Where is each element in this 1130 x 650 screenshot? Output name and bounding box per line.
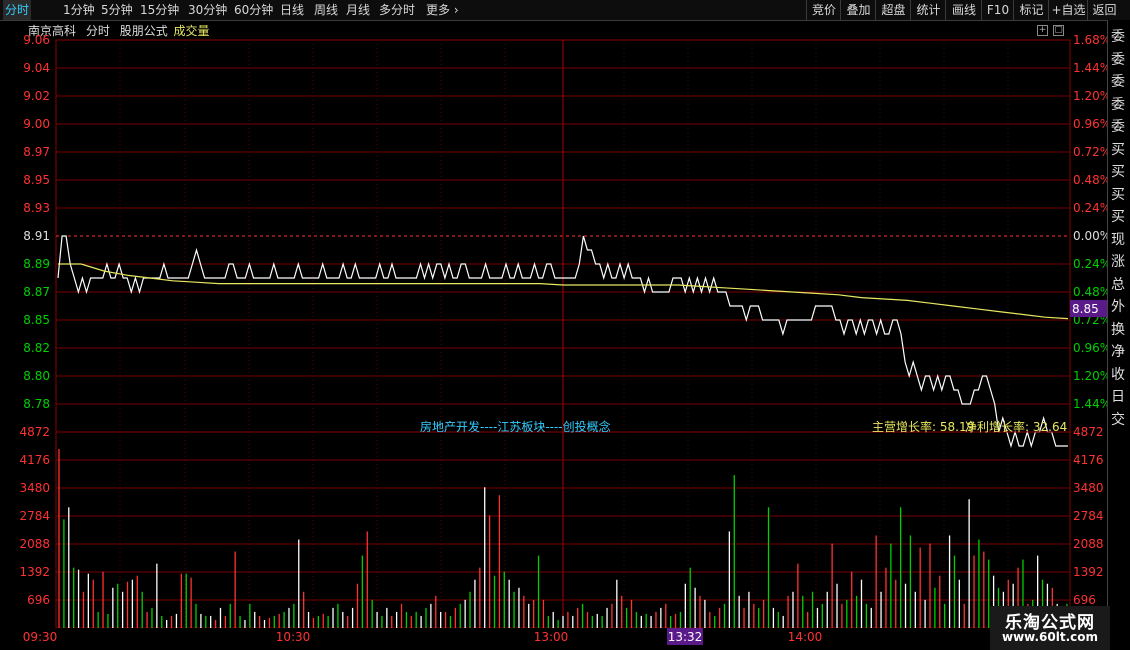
price-tick-label: 8.78 (23, 397, 50, 411)
side-label-8: 买 (1111, 209, 1125, 225)
side-label-12: 外 (1111, 299, 1125, 315)
side-label-13: 换 (1111, 321, 1125, 338)
side-label-10: 涨 (1111, 254, 1125, 270)
pct-tick-label: 0.48% (1073, 285, 1107, 299)
price-tick-label: 9.06 (23, 33, 50, 47)
pct-tick-label: 0.24% (1073, 201, 1107, 215)
pct-tick-label: 1.20% (1073, 369, 1107, 383)
time-tick-label: 13:00 (534, 630, 569, 644)
side-label-0: 委 (1111, 29, 1125, 45)
pct-tick-label: 0.48% (1073, 173, 1107, 187)
pct-tick-label: 0.24% (1073, 257, 1107, 271)
side-label-4: 委 (1111, 119, 1125, 135)
volume-tick-label-right: 2784 (1073, 509, 1104, 523)
price-tick-label: 8.82 (23, 341, 50, 355)
watermark: 乐淘公式网 www.60lt.com (990, 606, 1110, 650)
pct-tick-label: 1.44% (1073, 61, 1107, 75)
volume-tick-label: 696 (27, 593, 50, 607)
time-tick-label: 09:30 (23, 630, 58, 644)
profit-growth-annotation: 净利增长率: 32.64 (965, 420, 1068, 434)
pct-tick-label: 0.96% (1073, 341, 1107, 355)
volume-tick-label-right: 2088 (1073, 537, 1104, 551)
pct-tick-label: 1.44% (1073, 397, 1107, 411)
pct-tick-label: 0.72% (1073, 145, 1107, 159)
cursor-time-label: 13:32 (668, 630, 703, 644)
side-label-3: 委 (1111, 96, 1125, 113)
volume-tick-label: 1392 (19, 565, 50, 579)
volume-tick-label-right: 3480 (1073, 481, 1104, 495)
watermark-url: www.60lt.com (1001, 630, 1099, 644)
pct-tick-label: 0.00% (1073, 229, 1107, 243)
side-label-7: 买 (1111, 186, 1125, 203)
side-label-14: 净 (1111, 344, 1125, 360)
price-tick-label: 8.87 (23, 285, 50, 299)
price-tick-label: 9.00 (23, 117, 50, 131)
side-label-15: 收 (1111, 366, 1125, 383)
cursor-price-label: 8.85 (1072, 302, 1099, 316)
volume-tick-label: 4872 (19, 425, 50, 439)
price-tick-label: 9.04 (23, 61, 50, 75)
price-tick-label: 8.89 (23, 257, 50, 271)
side-label-5: 买 (1111, 141, 1125, 158)
volume-tick-label: 2784 (19, 509, 50, 523)
revenue-growth-annotation: 主营增长率: 58.19 (872, 420, 975, 434)
time-tick-label: 14:00 (788, 630, 823, 644)
pct-tick-label: 1.68% (1073, 33, 1107, 47)
volume-tick-label-right: 696 (1073, 593, 1096, 607)
price-tick-label: 8.97 (23, 145, 50, 159)
side-label-16: 日 (1111, 389, 1125, 405)
volume-tick-label: 4176 (19, 453, 50, 467)
volume-tick-label-right: 4872 (1073, 425, 1104, 439)
side-label-9: 现 (1111, 231, 1125, 248)
price-tick-label: 8.80 (23, 369, 50, 383)
side-label-6: 买 (1111, 164, 1125, 180)
sector-annotation: 房地产开发----江苏板块----创投概念 (420, 420, 611, 434)
side-label-1: 委 (1111, 51, 1125, 68)
quote-side-panel: 委委委委委买买买买现涨总外换净收日交 (1107, 20, 1130, 650)
side-label-2: 委 (1111, 74, 1125, 90)
volume-tick-label: 3480 (19, 481, 50, 495)
price-tick-label: 9.02 (23, 89, 50, 103)
pct-tick-label: 1.20% (1073, 89, 1107, 103)
price-tick-label: 8.93 (23, 201, 50, 215)
volume-tick-label-right: 4176 (1073, 453, 1104, 467)
side-label-17: 交 (1111, 411, 1125, 428)
chart-svg[interactable]: 9.06 1.68% 9.04 1.44% 9.02 1.20% 9.00 0.96% 8.97… (0, 0, 1107, 650)
price-tick-label: 8.85 (23, 313, 50, 327)
volume-tick-label-right: 1392 (1073, 565, 1104, 579)
pct-tick-label: 0.96% (1073, 117, 1107, 131)
time-tick-label: 10:30 (276, 630, 311, 644)
side-label-11: 总 (1111, 276, 1125, 293)
price-tick-label: 8.95 (23, 173, 50, 187)
price-tick-label: 8.91 (23, 229, 50, 243)
volume-tick-label: 2088 (19, 537, 50, 551)
